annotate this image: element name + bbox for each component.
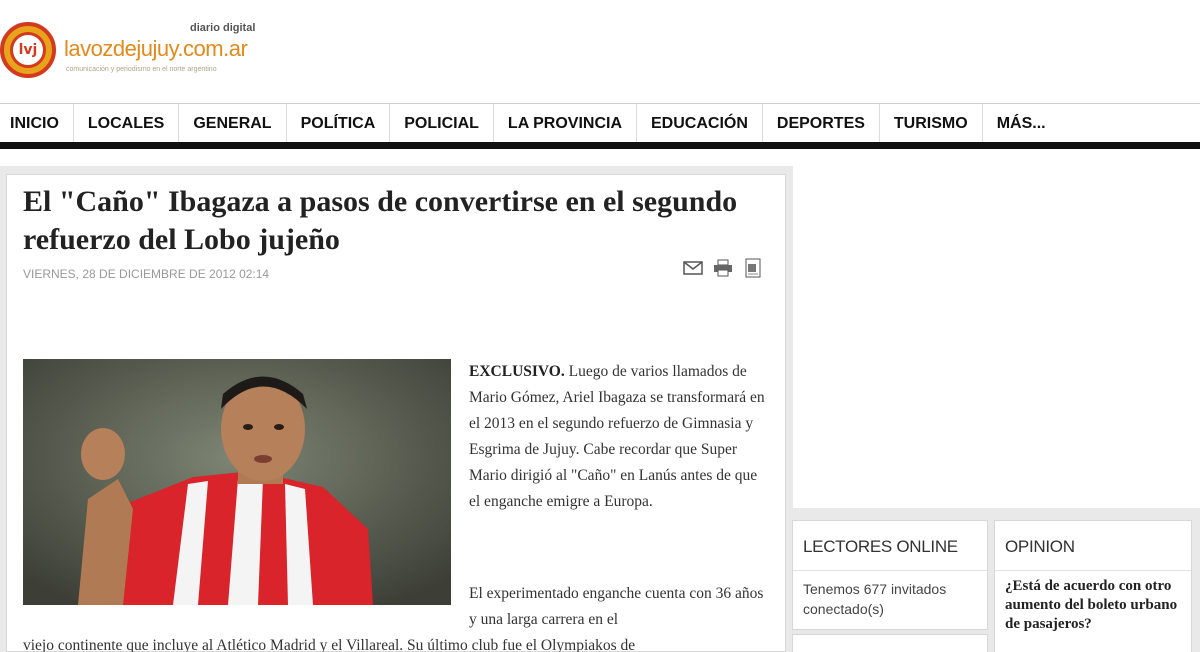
- nav-item-la-provincia[interactable]: LA PROVINCIA: [494, 104, 637, 144]
- nav-item-inicio[interactable]: INICIO: [0, 104, 74, 144]
- article-paragraph-2: El experimentado enganche cuenta con 36 …: [469, 585, 764, 628]
- nav-item-turismo[interactable]: TURISMO: [880, 104, 983, 144]
- nav-item-locales[interactable]: LOCALES: [74, 104, 180, 144]
- lead-text: Luego de varios llamados de Mario Gómez,…: [469, 363, 765, 510]
- nav-item-educacion[interactable]: EDUCACIÓN: [637, 104, 763, 144]
- nav-item-deportes[interactable]: DEPORTES: [763, 104, 880, 144]
- opinion-box: OPINION ¿Está de acuerdo con otro aument…: [994, 520, 1192, 652]
- article-date: VIERNES, 28 DE DICIEMBRE DE 2012 02:14: [23, 267, 270, 281]
- email-icon[interactable]: [683, 259, 703, 277]
- pdf-icon[interactable]: [743, 258, 763, 278]
- nav-item-general[interactable]: GENERAL: [179, 104, 287, 144]
- article-frame: El "Caño" Ibagaza a pasos de convertirse…: [0, 166, 793, 652]
- lectores-heading: LECTORES ONLINE: [793, 521, 987, 571]
- lead-label: EXCLUSIVO.: [469, 363, 565, 380]
- print-icon[interactable]: [713, 259, 733, 277]
- logo-domain: lavozdejujuy.com.ar: [64, 36, 248, 61]
- opinion-heading: OPINION: [995, 521, 1191, 571]
- nav-item-mas[interactable]: MÁS...: [983, 104, 1060, 144]
- sidebar-box-next: [792, 634, 988, 652]
- opinion-question[interactable]: ¿Está de acuerdo con otro aumento del bo…: [995, 571, 1181, 634]
- article-photo: [23, 359, 451, 605]
- article-title[interactable]: El "Caño" Ibagaza a pasos de convertirse…: [23, 183, 763, 259]
- logo-emblem: lvj: [0, 22, 56, 78]
- logo-tagline: comunicación y periodismo en el norte ar…: [66, 66, 217, 73]
- article-tools: [683, 258, 763, 278]
- nav-item-policial[interactable]: POLICIAL: [390, 104, 494, 144]
- nav-item-politica[interactable]: POLÍTICA: [287, 104, 391, 144]
- nav-underline: [0, 142, 1200, 149]
- lectores-count: Tenemos 677 invitados conectado(s): [803, 581, 947, 617]
- lectores-online-box: LECTORES ONLINE Tenemos 677 invitados co…: [792, 520, 988, 630]
- logo-letters: lvj: [10, 32, 46, 68]
- logo-brand-small: diario digital: [190, 22, 256, 34]
- site-logo[interactable]: lvj diario digital lavozdejujuy.com.ar c…: [0, 18, 280, 82]
- article-paragraph-3: viejo continente que incluye al Atlético…: [23, 637, 636, 652]
- article-lead: EXCLUSIVO. Luego de varios llamados de M…: [469, 359, 769, 515]
- player-illustration: [23, 359, 451, 605]
- article: El "Caño" Ibagaza a pasos de convertirse…: [6, 174, 786, 652]
